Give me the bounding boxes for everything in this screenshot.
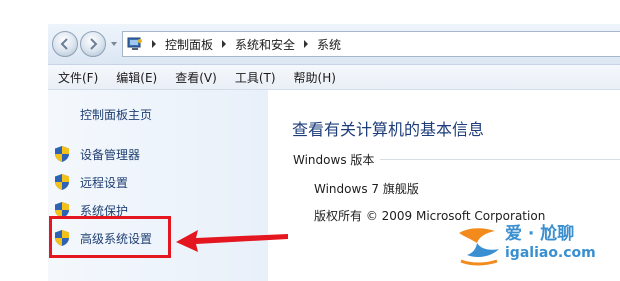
bird-logo-icon (459, 228, 499, 266)
breadcrumb-item-system-security[interactable]: 系统和安全 (235, 36, 295, 53)
menu-view[interactable]: 查看(V) (175, 69, 217, 86)
forward-button[interactable] (80, 31, 106, 57)
chevron-right-icon[interactable] (301, 39, 311, 49)
control-panel-icon (127, 37, 142, 50)
task-label: 远程设置 (80, 175, 129, 190)
recent-pages-dropdown-icon[interactable] (110, 39, 118, 49)
watermark-url: igaliao.com (505, 245, 596, 261)
section-divider (380, 159, 620, 160)
chevron-right-icon[interactable] (219, 39, 229, 49)
uac-shield-icon (55, 146, 69, 162)
menu-help[interactable]: 帮助(H) (294, 69, 336, 86)
remote-settings-link[interactable]: 远程设置 (54, 172, 128, 192)
section-label: Windows 版本 (293, 153, 375, 167)
highlight-box (49, 216, 171, 258)
breadcrumb-item-control-panel[interactable]: 控制面板 (165, 36, 213, 53)
task-label: 设备管理器 (80, 147, 141, 162)
menu-file[interactable]: 文件(F) (58, 69, 98, 86)
back-button[interactable] (52, 31, 78, 57)
control-panel-home-link[interactable]: 控制面板主页 (80, 106, 152, 123)
menu-tools[interactable]: 工具(T) (235, 69, 276, 86)
windows-edition-value: Windows 7 旗舰版 (314, 182, 419, 196)
address-bar: 控制面板 系统和安全 系统 (48, 24, 620, 65)
page-title: 查看有关计算机的基本信息 (292, 120, 485, 139)
watermark: 爱 · 尬聊 igaliao.com (455, 213, 615, 275)
breadcrumb-item-system[interactable]: 系统 (317, 36, 341, 53)
arrow-right-icon (90, 38, 98, 50)
menu-edit[interactable]: 编辑(E) (116, 69, 157, 86)
watermark-brand: 爱 · 尬聊 (505, 224, 575, 244)
breadcrumb[interactable]: 控制面板 系统和安全 系统 (122, 31, 620, 57)
chevron-right-icon[interactable] (149, 39, 159, 49)
menu-bar: 文件(F) 编辑(E) 查看(V) 工具(T) 帮助(H) (48, 65, 620, 90)
windows-edition-section: Windows 版本 (293, 151, 620, 168)
uac-shield-icon (55, 174, 69, 190)
arrow-left-icon (60, 38, 68, 50)
device-manager-link[interactable]: 设备管理器 (54, 144, 140, 164)
